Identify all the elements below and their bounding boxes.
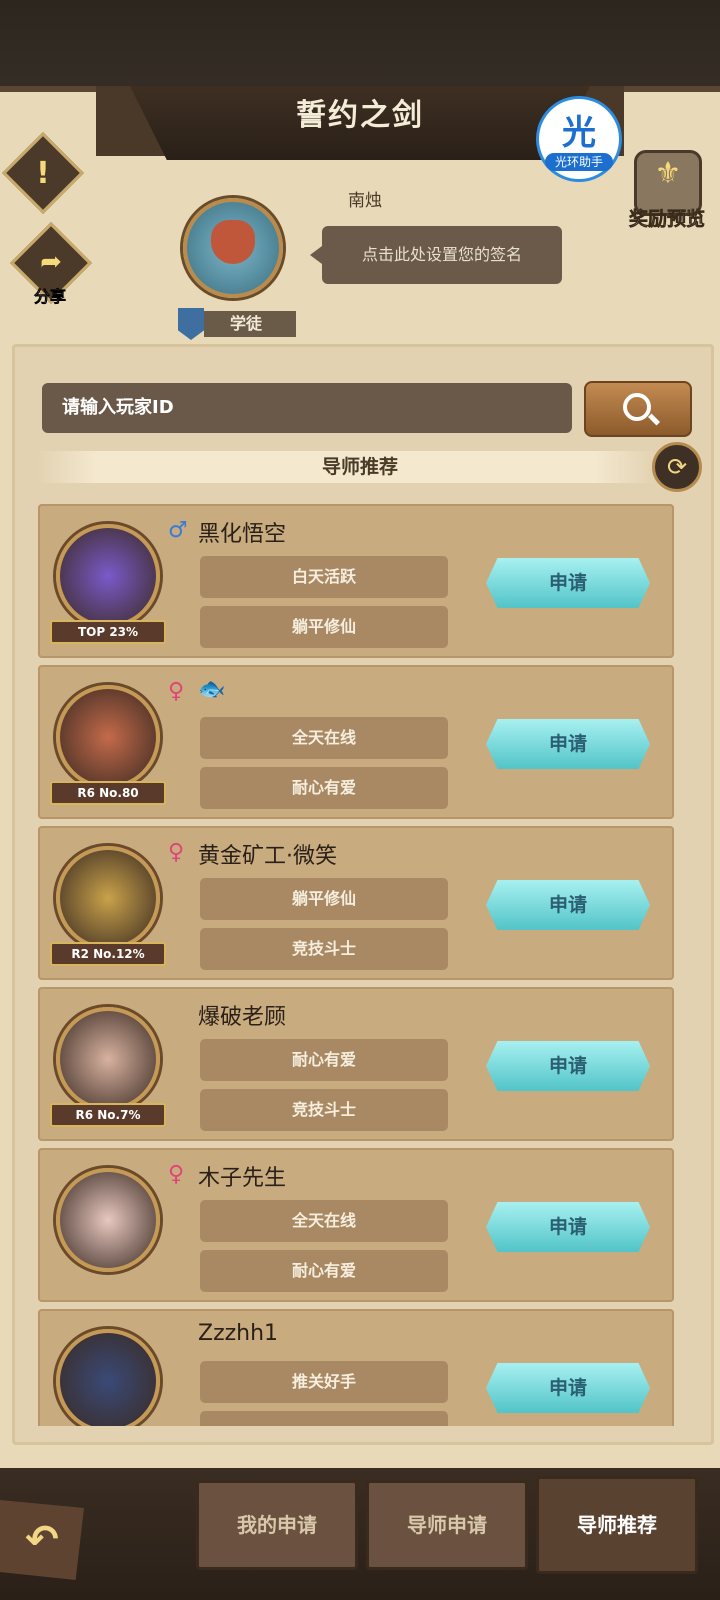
mentor-name: 爆破老顾 [198,1005,287,1030]
mentor-trait: 耐心有爱 [200,1039,448,1081]
mentor-rank-badge: R6 No.80 [50,781,166,805]
mentor-avatar[interactable] [56,846,160,950]
mentor-row: TOP 23% ♂ 黑化悟空白天活跃躺平修仙 申请 [38,504,674,658]
reward-emblem-icon: ⚜ [654,156,682,191]
apply-button[interactable]: 申请 [486,719,650,769]
player-name: 南烛 [348,191,382,211]
mentor-trait: 竞技斗士 [200,928,448,970]
mentor-row: R6 No.80 ♀ 🐟 全天在线耐心有爱 申请 [38,665,674,819]
share-icon: ➦ [40,247,62,277]
mentor-avatar[interactable] [56,685,160,789]
apply-button[interactable]: 申请 [486,1041,650,1091]
mentor-rank-badge: TOP 23% [50,620,166,644]
apply-button[interactable]: 申请 [486,1202,650,1252]
gender-icon: ♀ [168,840,185,865]
refresh-button[interactable]: ⟳ [652,442,702,492]
reward-preview-label: 奖励预览 [628,208,706,231]
mentor-trait: 耐心有爱 [200,1250,448,1292]
player-avatar[interactable] [183,198,283,298]
mentor-avatar[interactable] [56,524,160,628]
back-arrow-icon: ↶ [25,1517,59,1563]
tab-mentor-recommend[interactable]: 导师推荐 [536,1476,698,1574]
search-icon-handle [647,413,661,426]
mentor-row: R2 No.12% ♀ 黄金矿工·微笑躺平修仙竞技斗士 申请 [38,826,674,980]
player-id-search-input[interactable]: 请输入玩家ID [42,383,572,433]
mentor-trait: 全天在线 [200,1200,448,1242]
helper-badge-label: 光环助手 [545,153,613,171]
helper-badge-glyph: 光 [562,113,596,153]
mentor-trait: 耐心有爱 [200,767,448,809]
mentor-trait: 竞技斗士 [200,1089,448,1131]
avatar-character [211,220,255,264]
mentor-trait: 全天在线 [200,717,448,759]
mentor-name: 黄金矿工·微笑 [198,844,337,869]
mentor-name: 黑化悟空 [198,522,287,547]
search-button[interactable] [584,381,692,437]
mentor-trait: 躺平修仙 [200,878,448,920]
mentor-trait: 推关好手 [200,1361,448,1403]
tab-my-applications[interactable]: 我的申请 [196,1480,358,1570]
mentor-name: 木子先生 [198,1166,287,1191]
mentor-avatar[interactable] [56,1007,160,1111]
share-label: 分享 [33,287,67,307]
mentor-row: Zzzhh1 推关好手 申请 [38,1309,674,1426]
gender-icon: ♀ [168,679,185,704]
apply-button[interactable]: 申请 [486,880,650,930]
rank-label: 学徒 [204,311,296,337]
apply-button[interactable]: 申请 [486,558,650,608]
exclamation-icon: ! [36,156,50,191]
helper-app-badge[interactable]: 光 光环助手 [536,96,622,182]
mentor-name: Zzzhh1 [198,1321,279,1346]
mentor-trait: 白天活跃 [200,556,448,598]
mentor-row: ♀ 木子先生全天在线耐心有爱 申请 [38,1148,674,1302]
section-title: 导师推荐 [321,456,398,478]
gender-icon: ♀ [168,1162,185,1187]
signature-field[interactable]: 点击此处设置您的签名 [310,226,562,284]
mentor-row: R6 No.7% 爆破老顾耐心有爱竞技斗士 申请 [38,987,674,1141]
mentor-list[interactable]: TOP 23% ♂ 黑化悟空 白天活跃 躺平修仙 申请 R6 No.80 ♀ 🐟 全天在线 耐心有爱… [36,504,682,1426]
refresh-icon: ⟳ [666,453,688,481]
mentor-trait [200,1411,448,1426]
apply-button[interactable]: 申请 [486,1363,650,1413]
mentor-name: 🐟 [198,677,226,702]
mentor-avatar[interactable] [56,1168,160,1272]
back-button[interactable]: ↶ [0,1500,84,1580]
tab-mentor-applications[interactable]: 导师申请 [366,1480,528,1570]
mentor-avatar[interactable] [56,1329,160,1426]
mentor-rank-badge: R6 No.7% [50,1103,166,1127]
mentor-trait: 躺平修仙 [200,606,448,648]
gender-icon: ♂ [168,518,188,543]
mentor-rank-badge: R2 No.12% [50,942,166,966]
